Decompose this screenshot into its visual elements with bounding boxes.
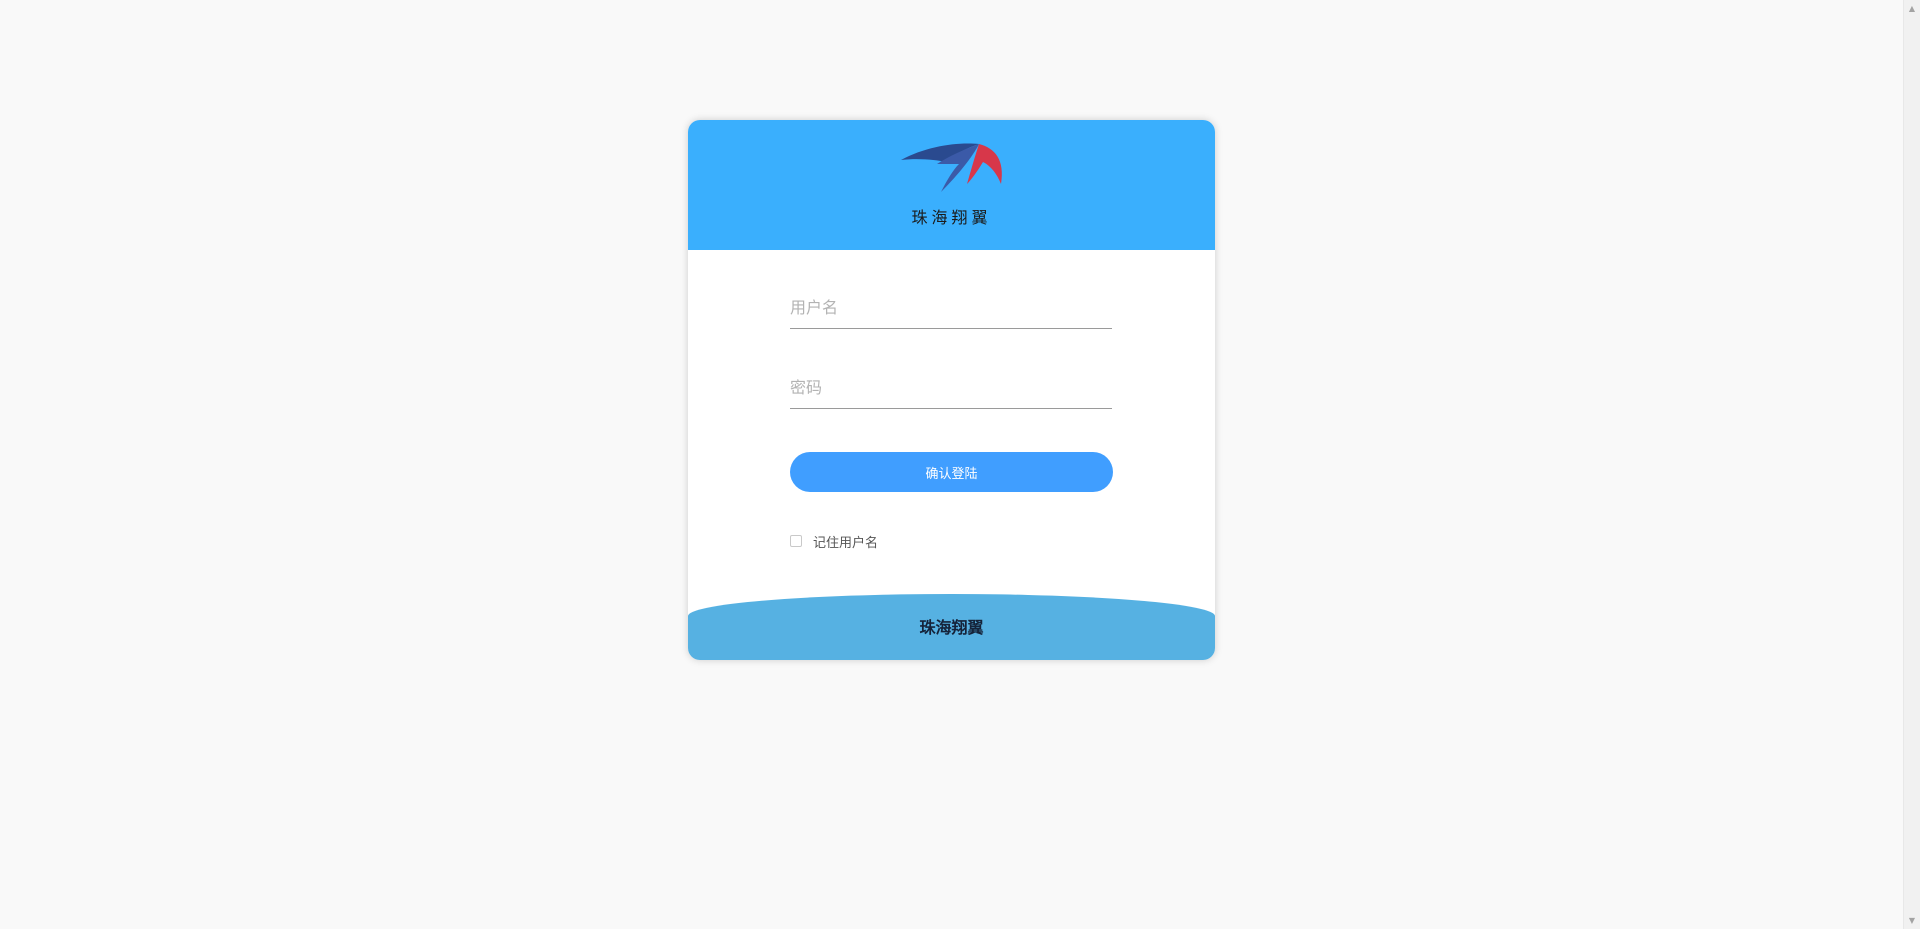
card-footer: 珠海翔翼: [688, 594, 1215, 660]
vertical-scrollbar[interactable]: ▲ ▼: [1903, 0, 1920, 929]
logo-wordmark: 珠海翔翼: [911, 208, 992, 227]
swallow-logo-icon: [901, 143, 1002, 192]
username-field[interactable]: [790, 288, 1112, 329]
scroll-up-arrow-icon[interactable]: ▲: [1904, 0, 1920, 17]
scroll-down-arrow-icon[interactable]: ▼: [1904, 912, 1920, 929]
footer-brand-text: 珠海翔翼: [919, 618, 984, 637]
card-header: 珠海翔翼: [688, 120, 1215, 250]
remember-checkbox[interactable]: [790, 535, 802, 547]
username-input[interactable]: [790, 288, 1112, 326]
password-field[interactable]: [790, 368, 1112, 409]
login-card: 珠海翔翼 确认登陆 记住用户名 珠海翔翼: [688, 120, 1215, 660]
remember-label[interactable]: 记住用户名: [813, 532, 878, 551]
login-page: 珠海翔翼 确认登陆 记住用户名 珠海翔翼 ▲ ▼: [0, 0, 1920, 929]
password-input[interactable]: [790, 368, 1112, 406]
remember-username[interactable]: 记住用户名: [790, 532, 878, 551]
login-button[interactable]: 确认登陆: [790, 452, 1113, 492]
